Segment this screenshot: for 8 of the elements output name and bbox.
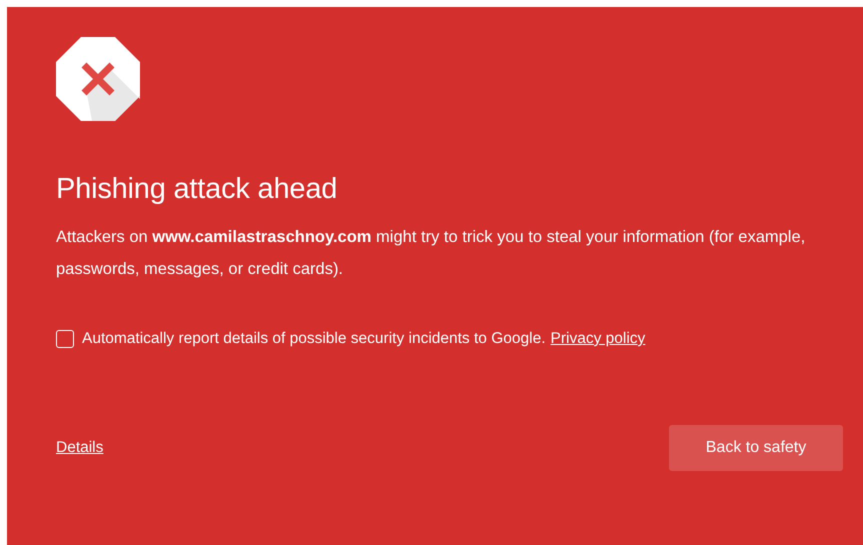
warning-message: Attackers on www.camilastraschnoy.com might try to trick you to steal your information (for example, passwords, messages, or credit cards). xyxy=(56,227,806,280)
back-to-safety-button[interactable]: Back to safety xyxy=(669,425,843,471)
error-icon xyxy=(56,37,140,121)
privacy-policy-link[interactable]: Privacy policy xyxy=(550,330,646,348)
report-label: Automatically report details of possible security incidents to Google. xyxy=(82,330,546,348)
page-title: Phishing attack ahead xyxy=(56,172,338,207)
report-checkbox[interactable] xyxy=(56,330,74,348)
details-link[interactable]: Details xyxy=(56,439,104,457)
